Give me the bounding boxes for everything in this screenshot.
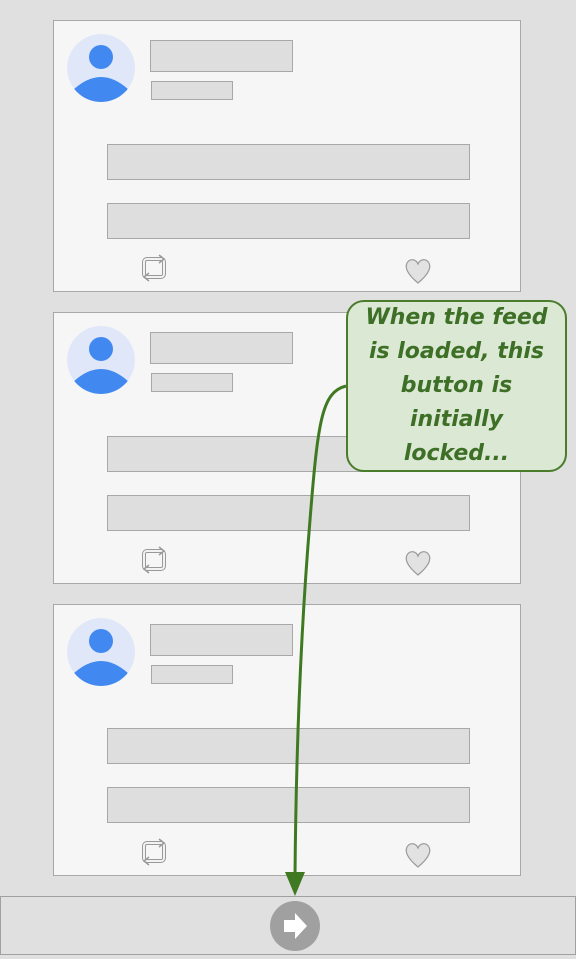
heart-icon[interactable] bbox=[402, 547, 434, 579]
author-name-placeholder bbox=[150, 40, 293, 72]
author-name-placeholder bbox=[150, 332, 293, 364]
post-card[interactable] bbox=[53, 604, 521, 876]
post-meta-placeholder bbox=[151, 373, 233, 392]
post-text-placeholder bbox=[107, 728, 470, 764]
repost-icon[interactable] bbox=[138, 836, 170, 868]
next-button[interactable] bbox=[270, 901, 320, 951]
post-meta-placeholder bbox=[151, 665, 233, 684]
annotation-callout: When the feed is loaded, this button is … bbox=[346, 300, 567, 472]
post-text-placeholder bbox=[107, 144, 470, 180]
user-avatar-icon[interactable] bbox=[67, 618, 135, 686]
post-text-placeholder bbox=[107, 787, 470, 823]
post-text-placeholder bbox=[107, 203, 470, 239]
post-meta-placeholder bbox=[151, 81, 233, 100]
repost-icon[interactable] bbox=[138, 544, 170, 576]
heart-icon[interactable] bbox=[402, 839, 434, 871]
post-card[interactable] bbox=[53, 20, 521, 292]
user-avatar-icon[interactable] bbox=[67, 34, 135, 102]
post-text-placeholder bbox=[107, 495, 470, 531]
author-name-placeholder bbox=[150, 624, 293, 656]
feed-screen: When the feed is loaded, this button is … bbox=[0, 0, 576, 959]
heart-icon[interactable] bbox=[402, 255, 434, 287]
annotation-text: When the feed is loaded, this button is … bbox=[365, 305, 548, 466]
user-avatar-icon[interactable] bbox=[67, 326, 135, 394]
repost-icon[interactable] bbox=[138, 252, 170, 284]
